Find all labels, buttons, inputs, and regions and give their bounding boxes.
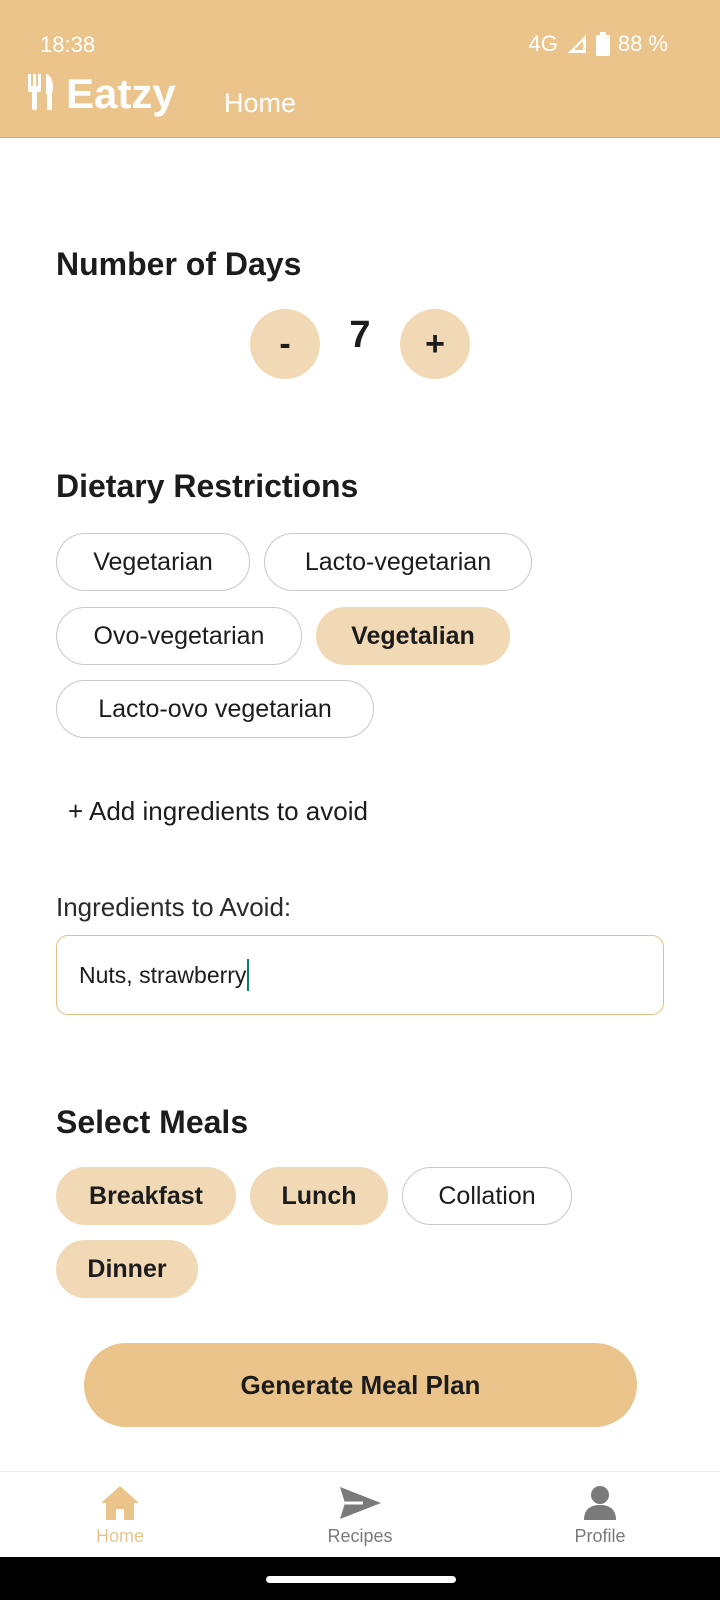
decrement-days-button[interactable]: - (250, 309, 320, 379)
chip-lacto-ovo-vegetarian[interactable]: Lacto-ovo vegetarian (56, 680, 374, 738)
days-title: Number of Days (56, 246, 302, 282)
nav-home[interactable]: Home (50, 1484, 190, 1554)
battery-icon (595, 32, 610, 56)
nav-profile-label: Profile (574, 1526, 626, 1546)
user-icon (581, 1484, 619, 1522)
app-header: 18:38 4G 88 % Eatzy Home (0, 0, 720, 138)
chip-ovo-vegetarian[interactable]: Ovo-vegetarian (56, 607, 302, 665)
increment-days-button[interactable]: + (400, 309, 470, 379)
status-time: 18:38 (40, 32, 96, 57)
chip-dinner[interactable]: Dinner (56, 1240, 198, 1298)
dietary-title: Dietary Restrictions (56, 468, 359, 504)
status-indicators: 4G 88 % (528, 31, 668, 57)
chip-vegetalian[interactable]: Vegetalian (316, 607, 510, 665)
meals-title: Select Meals (56, 1104, 249, 1140)
avoid-input-value: Nuts, strawberry (79, 961, 247, 988)
send-icon (337, 1484, 383, 1522)
avoid-input[interactable]: Nuts, strawberry (56, 935, 664, 1015)
nav-profile[interactable]: Profile (530, 1484, 670, 1554)
brand-name: Eatzy (66, 70, 176, 117)
system-navigation-bar (0, 1557, 720, 1600)
brand: Eatzy (26, 70, 176, 118)
network-label: 4G (528, 31, 558, 56)
add-ingredients-link[interactable]: + Add ingredients to avoid (68, 796, 368, 827)
chip-vegetarian[interactable]: Vegetarian (56, 533, 250, 591)
chip-lacto-vegetarian[interactable]: Lacto-vegetarian (264, 533, 532, 591)
page-title: Home (224, 88, 297, 118)
nav-home-label: Home (95, 1526, 144, 1546)
chip-breakfast[interactable]: Breakfast (56, 1167, 236, 1225)
days-value: 7 (349, 314, 371, 356)
battery-level: 88 % (617, 31, 668, 56)
nav-recipes[interactable]: Recipes (290, 1484, 430, 1554)
text-caret (247, 959, 250, 991)
fork-knife-icon (26, 72, 56, 117)
chip-lunch[interactable]: Lunch (250, 1167, 388, 1225)
nav-recipes-label: Recipes (327, 1526, 393, 1546)
chip-collation[interactable]: Collation (402, 1167, 572, 1225)
signal-icon (566, 33, 588, 55)
generate-meal-plan-button[interactable]: Generate Meal Plan (84, 1343, 637, 1427)
home-gesture-handle[interactable] (266, 1576, 456, 1583)
bottom-nav: Home Recipes Profile (0, 1471, 720, 1557)
home-icon (99, 1484, 141, 1522)
avoid-label: Ingredients to Avoid: (56, 892, 292, 922)
